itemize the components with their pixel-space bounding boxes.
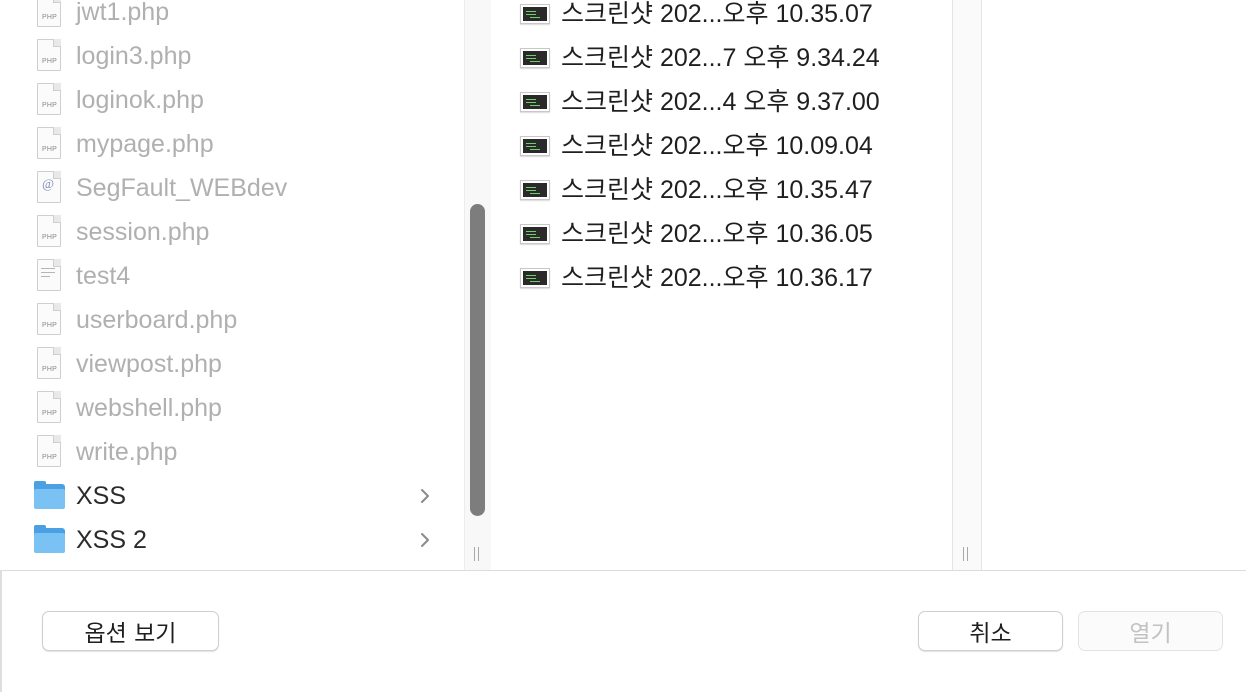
php-file-icon: PHP bbox=[37, 303, 61, 335]
screenshot-thumbnail-icon bbox=[520, 4, 550, 24]
screenshots-column[interactable]: 스크린샷 202...오후 10.35.07 스크린샷 202...7 오후 9.… bbox=[492, 0, 952, 570]
file-name: viewpost.php bbox=[76, 349, 222, 378]
row-icon-slot bbox=[492, 210, 561, 254]
text-file-icon bbox=[37, 259, 61, 291]
screenshot-row[interactable]: 스크린샷 202...오후 10.35.07 bbox=[492, 0, 947, 34]
file-row[interactable]: PHP viewpost.php bbox=[0, 342, 462, 386]
screenshots-list: 스크린샷 202...오후 10.35.07 스크린샷 202...7 오후 9.… bbox=[492, 0, 947, 298]
file-row[interactable]: PHP userboard.php bbox=[0, 298, 462, 342]
screenshot-thumbnail-icon bbox=[520, 268, 550, 288]
screenshot-thumbnail-icon bbox=[520, 136, 550, 156]
screenshot-row[interactable]: 스크린샷 202...오후 10.36.05 bbox=[492, 210, 947, 254]
file-name: login3.php bbox=[76, 41, 192, 70]
file-row[interactable]: @ SegFault_WEBdev bbox=[0, 166, 462, 210]
file-row[interactable]: PHP webshell.php bbox=[0, 386, 462, 430]
php-file-icon: PHP bbox=[37, 127, 61, 159]
folder-row[interactable]: XSS 2 bbox=[0, 518, 462, 562]
row-icon-slot bbox=[492, 122, 561, 166]
alias-file-icon: @ bbox=[37, 171, 61, 203]
php-file-icon: PHP bbox=[37, 39, 61, 71]
file-name: 스크린샷 202...7 오후 9.34.24 bbox=[561, 44, 880, 72]
row-icon-slot bbox=[492, 78, 561, 122]
files-list: PHP jwt1.php PHP login3.php PHP loginok.php PH… bbox=[0, 0, 462, 562]
row-icon-slot bbox=[492, 254, 561, 298]
folder-row[interactable]: XSS bbox=[0, 474, 462, 518]
file-name: SegFault_WEBdev bbox=[76, 173, 288, 202]
files-column[interactable]: PHP jwt1.php PHP login3.php PHP loginok.php PH… bbox=[0, 0, 462, 570]
row-icon-slot: PHP bbox=[0, 78, 76, 122]
file-name: XSS 2 bbox=[76, 525, 147, 554]
screenshot-row[interactable]: 스크린샷 202...오후 10.09.04 bbox=[492, 122, 947, 166]
row-icon-slot: PHP bbox=[0, 122, 76, 166]
file-name: 스크린샷 202...오후 10.35.07 bbox=[561, 0, 873, 28]
cancel-button[interactable]: 취소 bbox=[918, 611, 1063, 651]
file-name: mypage.php bbox=[76, 129, 214, 158]
php-file-icon: PHP bbox=[37, 347, 61, 379]
file-name: write.php bbox=[76, 437, 178, 466]
screenshot-thumbnail-icon bbox=[520, 180, 550, 200]
file-name: loginok.php bbox=[76, 85, 204, 114]
row-icon-slot bbox=[0, 518, 76, 562]
file-name: webshell.php bbox=[76, 393, 222, 422]
php-file-icon: PHP bbox=[37, 0, 61, 27]
screenshot-thumbnail-icon bbox=[520, 48, 550, 68]
row-icon-slot: @ bbox=[0, 166, 76, 210]
folder-icon bbox=[34, 481, 65, 509]
empty-column[interactable] bbox=[982, 0, 1246, 570]
file-name: 스크린샷 202...오후 10.36.05 bbox=[561, 220, 873, 248]
row-icon-slot: PHP bbox=[0, 342, 76, 386]
screenshot-row[interactable]: 스크린샷 202...오후 10.35.47 bbox=[492, 166, 947, 210]
php-file-icon: PHP bbox=[37, 391, 61, 423]
php-file-icon: PHP bbox=[37, 215, 61, 247]
open-button[interactable]: 열기 bbox=[1078, 611, 1223, 651]
file-row[interactable]: PHP loginok.php bbox=[0, 78, 462, 122]
file-name: jwt1.php bbox=[76, 0, 170, 26]
file-row[interactable]: PHP session.php bbox=[0, 210, 462, 254]
row-icon-slot: PHP bbox=[0, 386, 76, 430]
file-row[interactable]: PHP mypage.php bbox=[0, 122, 462, 166]
file-name: session.php bbox=[76, 217, 210, 246]
column-resize-handle[interactable] bbox=[473, 547, 481, 561]
folder-icon bbox=[34, 525, 65, 553]
file-row[interactable]: PHP jwt1.php bbox=[0, 0, 462, 34]
row-icon-slot bbox=[0, 474, 76, 518]
file-row[interactable]: PHP write.php bbox=[0, 430, 462, 474]
php-file-icon: PHP bbox=[37, 83, 61, 115]
screenshot-row[interactable]: 스크린샷 202...4 오후 9.37.00 bbox=[492, 78, 947, 122]
file-name: XSS bbox=[76, 481, 127, 510]
column-resize-handle[interactable] bbox=[962, 547, 970, 561]
row-icon-slot bbox=[492, 166, 561, 210]
row-icon-slot: PHP bbox=[0, 298, 76, 342]
file-name: 스크린샷 202...오후 10.09.04 bbox=[561, 132, 873, 160]
file-row[interactable]: PHP login3.php bbox=[0, 34, 462, 78]
screenshot-thumbnail-icon bbox=[520, 92, 550, 112]
chevron-right-icon bbox=[418, 485, 432, 507]
screenshot-row[interactable]: 스크린샷 202...오후 10.36.17 bbox=[492, 254, 947, 298]
column-browser: PHP jwt1.php PHP login3.php PHP loginok.php PH… bbox=[0, 0, 1246, 570]
column-gutter bbox=[953, 0, 981, 570]
php-file-icon: PHP bbox=[37, 435, 61, 467]
file-name: userboard.php bbox=[76, 305, 238, 334]
row-icon-slot bbox=[492, 34, 561, 78]
row-icon-slot: PHP bbox=[0, 0, 76, 34]
file-name: 스크린샷 202...4 오후 9.37.00 bbox=[561, 88, 880, 116]
row-icon-slot: PHP bbox=[0, 210, 76, 254]
file-name: test4 bbox=[76, 261, 131, 290]
window-edge bbox=[0, 571, 2, 692]
row-icon-slot bbox=[492, 0, 561, 34]
file-name: 스크린샷 202...오후 10.35.47 bbox=[561, 176, 873, 204]
row-icon-slot: PHP bbox=[0, 430, 76, 474]
row-icon-slot bbox=[0, 254, 76, 298]
row-icon-slot: PHP bbox=[0, 34, 76, 78]
chevron-right-icon bbox=[418, 529, 432, 551]
show-options-button[interactable]: 옵션 보기 bbox=[42, 611, 219, 651]
screenshot-row[interactable]: 스크린샷 202...7 오후 9.34.24 bbox=[492, 34, 947, 78]
scrollbar-thumb[interactable] bbox=[470, 204, 485, 516]
file-row[interactable]: test4 bbox=[0, 254, 462, 298]
file-name: 스크린샷 202...오후 10.36.17 bbox=[561, 264, 873, 292]
screenshot-thumbnail-icon bbox=[520, 224, 550, 244]
